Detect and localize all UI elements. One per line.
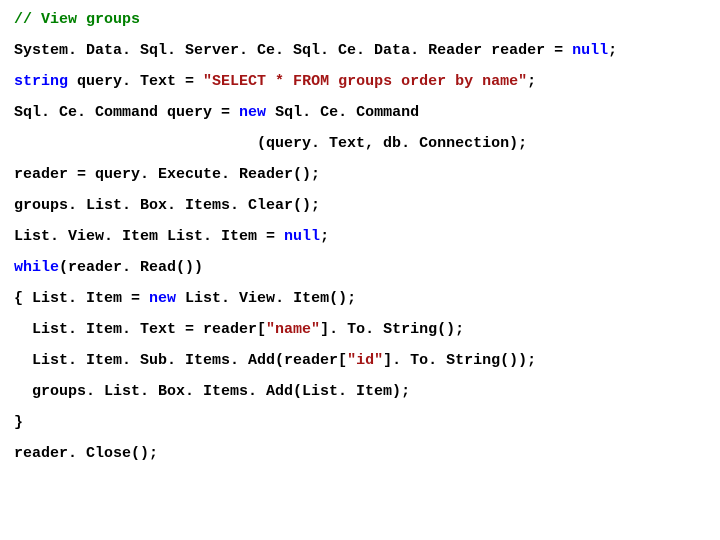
- code-text: ;: [608, 42, 617, 59]
- code-text: { List. Item =: [14, 290, 149, 307]
- code-text: ;: [320, 228, 329, 245]
- keyword-null: null: [572, 42, 608, 59]
- code-line-7: List. View. Item List. Item = null;: [14, 229, 706, 244]
- keyword-null: null: [284, 228, 320, 245]
- code-line-3: Sql. Ce. Command query = new Sql. Ce. Co…: [14, 105, 706, 120]
- keyword-new: new: [239, 104, 266, 121]
- string-literal: "SELECT * FROM groups order by name": [203, 73, 527, 90]
- code-text: Sql. Ce. Command: [266, 104, 419, 121]
- keyword-string: string: [14, 73, 68, 90]
- code-text: (reader. Read()): [59, 259, 203, 276]
- code-text: List. Item. Sub. Items. Add(reader[: [14, 352, 347, 369]
- code-text: groups. List. Box. Items. Clear();: [14, 197, 320, 214]
- code-text: reader. Close();: [14, 445, 158, 462]
- keyword-new: new: [149, 290, 176, 307]
- string-literal: "id": [347, 352, 383, 369]
- code-line-4: (query. Text, db. Connection);: [14, 136, 706, 151]
- code-text: Sql. Ce. Command query =: [14, 104, 239, 121]
- code-text: ]. To. String();: [320, 321, 464, 338]
- code-text: ]. To. String());: [383, 352, 536, 369]
- code-line-5: reader = query. Execute. Reader();: [14, 167, 706, 182]
- code-text: }: [14, 414, 23, 431]
- code-text: List. View. Item List. Item =: [14, 228, 284, 245]
- string-literal: "name": [266, 321, 320, 338]
- code-text: ;: [527, 73, 536, 90]
- code-line-1: System. Data. Sql. Server. Ce. Sql. Ce. …: [14, 43, 706, 58]
- code-line-13: }: [14, 415, 706, 430]
- code-line-11: List. Item. Sub. Items. Add(reader["id"]…: [14, 353, 706, 368]
- code-text: List. Item. Text = reader[: [14, 321, 266, 338]
- comment-text: // View groups: [14, 11, 140, 28]
- keyword-while: while: [14, 259, 59, 276]
- code-text: (query. Text, db. Connection);: [14, 135, 527, 152]
- code-line-10: List. Item. Text = reader["name"]. To. S…: [14, 322, 706, 337]
- code-line-comment: // View groups: [14, 12, 706, 27]
- code-line-6: groups. List. Box. Items. Clear();: [14, 198, 706, 213]
- code-line-9: { List. Item = new List. View. Item();: [14, 291, 706, 306]
- code-line-14: reader. Close();: [14, 446, 706, 461]
- code-text: query. Text =: [68, 73, 203, 90]
- code-text: groups. List. Box. Items. Add(List. Item…: [14, 383, 410, 400]
- code-line-2: string query. Text = "SELECT * FROM grou…: [14, 74, 706, 89]
- code-line-8: while(reader. Read()): [14, 260, 706, 275]
- code-text: reader = query. Execute. Reader();: [14, 166, 320, 183]
- code-text: System. Data. Sql. Server. Ce. Sql. Ce. …: [14, 42, 572, 59]
- code-text: List. View. Item();: [176, 290, 356, 307]
- code-line-12: groups. List. Box. Items. Add(List. Item…: [14, 384, 706, 399]
